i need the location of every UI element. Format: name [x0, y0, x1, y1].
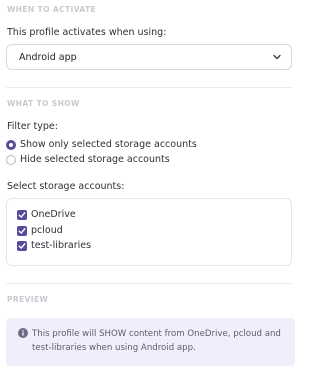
checkbox-checked-icon [17, 210, 27, 220]
activate-prompt-label: This profile activates when using: [7, 27, 167, 38]
checkbox-label: OneDrive [31, 209, 76, 220]
what-to-show-heading: WHAT TO SHOW [7, 99, 80, 108]
chevron-down-icon [273, 54, 281, 60]
filter-type-label: Filter type: [7, 121, 58, 132]
checkbox-checked-icon [17, 226, 27, 236]
preview-heading: PREVIEW [7, 295, 49, 304]
checkbox-checked-icon [17, 241, 27, 251]
info-icon [18, 328, 28, 338]
when-to-activate-heading: WHEN TO ACTIVATE [7, 5, 97, 14]
accounts-list: OneDrive pcloud test-libraries [6, 198, 292, 266]
radio-selected-icon [6, 140, 16, 150]
radio-unselected-icon [6, 155, 16, 165]
select-accounts-label: Select storage accounts: [7, 181, 125, 192]
preview-box: This profile will SHOW content from OneD… [6, 318, 295, 366]
app-select[interactable]: Android app [6, 44, 292, 70]
preview-text: This profile will SHOW content from OneD… [32, 329, 281, 353]
checkbox-label: test-libraries [31, 240, 92, 251]
radio-label: Show only selected storage accounts [20, 139, 197, 150]
divider [6, 283, 292, 284]
radio-label: Hide selected storage accounts [20, 154, 170, 165]
checkbox-label: pcloud [31, 225, 63, 236]
app-select-value: Android app [19, 52, 77, 63]
divider [6, 87, 292, 88]
